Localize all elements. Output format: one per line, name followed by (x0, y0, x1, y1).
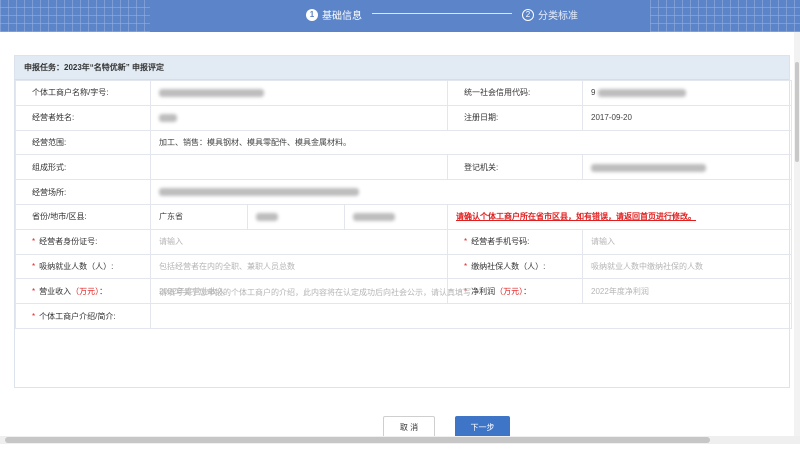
vertical-scrollbar-thumb[interactable] (795, 62, 799, 162)
profit-unit: （万元） (495, 286, 524, 296)
required-mark: * (32, 286, 36, 296)
province-value: 广东省 (150, 203, 248, 230)
step-basic-info: 1 基础信息 (306, 7, 362, 22)
revenue-unit: （万元） (71, 286, 100, 296)
district-value (343, 203, 449, 230)
registration-authority-label: 登记机关: (447, 154, 584, 181)
phone-label: * 经营者手机号码: (447, 228, 584, 255)
revenue-label-text: 营业收入 (39, 286, 72, 296)
id-number-placeholder: 请输入 (159, 237, 183, 247)
step-number-2: 2 (522, 8, 534, 21)
redacted-credit-code (597, 89, 686, 98)
profit-input[interactable]: 2022年度净利润 (582, 278, 793, 305)
step-label-1: 基础信息 (322, 11, 362, 22)
form-row: * 经营者身份证号: 请输入 * 经营者手机号码: 请输入 (15, 228, 793, 255)
phone-label-text: 经营者手机号码: (471, 237, 530, 247)
employees-placeholder: 包括经营者在内的全职、兼职人员总数 (159, 261, 295, 271)
registration-form: 个体工商户名称/字号: 统一社会信用代码: 9 经营者姓名: 注册日期: 201… (15, 80, 793, 329)
introduction-textarea[interactable]: 请填写关于您申报的个体工商户的介绍，此内容将在认定成功后向社会公示，请认真填写 (149, 288, 793, 329)
employees-label-text: 吸纳就业人数（人）: (39, 261, 114, 271)
insured-label-text: 缴纳社保人数（人）: (471, 261, 546, 271)
redacted-operator-name (159, 114, 177, 123)
region-warning-text: 请确认个体工商户所在省市区县，如有错误，请返回首页进行修改。 (456, 212, 697, 222)
next-button[interactable]: 下一步 (455, 416, 510, 438)
phone-placeholder: 请输入 (591, 237, 616, 247)
horizontal-scrollbar[interactable] (0, 436, 800, 444)
form-panel: 申报任务：2023年“名特优新” 申报评定 个体工商户名称/字号: 统一社会信用… (14, 55, 793, 388)
redacted-address (159, 188, 359, 197)
city-value (247, 203, 345, 230)
vertical-scrollbar[interactable] (794, 32, 800, 442)
form-row: * 吸纳就业人数（人）: 包括经营者在内的全职、兼职人员总数 * 缴纳社保人数（人）… (15, 253, 793, 280)
id-number-input[interactable]: 请输入 (149, 228, 449, 255)
step-label-2: 分类标准 (538, 11, 578, 22)
profit-placeholder: 2022年度净利润 (591, 286, 649, 296)
employees-input[interactable]: 包括经营者在内的全职、兼职人员总数 (149, 253, 449, 280)
credit-code-label: 统一社会信用代码: (447, 80, 584, 106)
revenue-label: * 营业收入（万元）： (15, 278, 151, 305)
profit-colon: ： (523, 286, 532, 296)
business-scope-value: 加工、销售：模具钢材、模具零配件、模具金属材料。 (149, 129, 793, 156)
organization-form-value (149, 154, 449, 181)
introduction-label-text: 个体工商户介绍/简介: (39, 311, 116, 321)
form-row: 个体工商户名称/字号: 统一社会信用代码: 9 (15, 80, 793, 106)
required-mark: * (32, 311, 36, 321)
business-name-label: 个体工商户名称/字号: (15, 80, 151, 106)
header-decoration-left (0, 0, 150, 32)
business-address-value (149, 179, 793, 205)
steps-header: 1 基础信息 2 分类标准 (0, 0, 800, 32)
operator-name-label: 经营者姓名: (15, 104, 151, 131)
step-number-1: 1 (306, 8, 318, 21)
revenue-colon: ： (99, 286, 108, 296)
business-name-value (149, 80, 449, 106)
form-row: 省份/地市/区县: 广东省 请确认个体工商户所在省市区县，如有错误，请返回首页进… (15, 203, 793, 230)
required-mark: * (32, 237, 36, 247)
operator-name-value (149, 104, 449, 131)
business-scope-label: 经营范围: (15, 129, 151, 156)
employees-label: * 吸纳就业人数（人）: (15, 253, 151, 280)
panel-title: 申报任务：2023年“名特优新” 申报评定 (15, 56, 789, 80)
redacted-authority (591, 163, 707, 172)
region-label: 省份/地市/区县: (15, 203, 151, 230)
organization-form-label: 组成形式: (15, 154, 151, 181)
form-row: 组成形式: 登记机关: (15, 154, 793, 181)
id-number-label: * 经营者身份证号: (15, 228, 151, 255)
credit-code-value: 9 (582, 80, 793, 106)
register-date-label: 注册日期: (447, 104, 584, 131)
profit-label-text: 净利润 (471, 286, 496, 296)
credit-code-prefix: 9 (591, 88, 596, 98)
phone-input[interactable]: 请输入 (582, 228, 793, 255)
form-row: 经营场所: (15, 179, 793, 205)
redacted-district (353, 213, 395, 222)
form-row: * 个体工商户介绍/简介: 请填写关于您申报的个体工商户的介绍，此内容将在认定成功… (15, 288, 793, 329)
required-mark: * (464, 261, 468, 271)
form-row: 经营者姓名: 注册日期: 2017-09-20 (15, 104, 793, 131)
register-date-value: 2017-09-20 (582, 104, 793, 131)
region-warning: 请确认个体工商户所在省市区县，如有错误，请返回首页进行修改。 (447, 203, 793, 230)
insured-label: * 缴纳社保人数（人）: (447, 253, 584, 280)
required-mark: * (32, 261, 36, 271)
step-connector (372, 13, 512, 14)
cancel-button[interactable]: 取 消 (383, 416, 435, 438)
redacted-city (256, 213, 278, 222)
header-decoration-right (650, 0, 800, 32)
required-mark: * (464, 237, 468, 247)
business-address-label: 经营场所: (15, 179, 151, 205)
form-row: 经营范围: 加工、销售：模具钢材、模具零配件、模具金属材料。 (15, 129, 793, 156)
introduction-placeholder: 请填写关于您申报的个体工商户的介绍，此内容将在认定成功后向社会公示，请认真填写 (159, 287, 471, 297)
insured-placeholder: 吸纳就业人数中缴纳社保的人数 (591, 261, 704, 271)
step-classification: 2 分类标准 (522, 7, 578, 22)
insured-input[interactable]: 吸纳就业人数中缴纳社保的人数 (582, 253, 793, 280)
id-number-label-text: 经营者身份证号: (39, 237, 98, 247)
introduction-label: * 个体工商户介绍/简介: (15, 303, 151, 329)
registration-authority-value (582, 154, 793, 181)
redacted-business-name (159, 89, 264, 98)
horizontal-scrollbar-thumb[interactable] (5, 437, 710, 443)
